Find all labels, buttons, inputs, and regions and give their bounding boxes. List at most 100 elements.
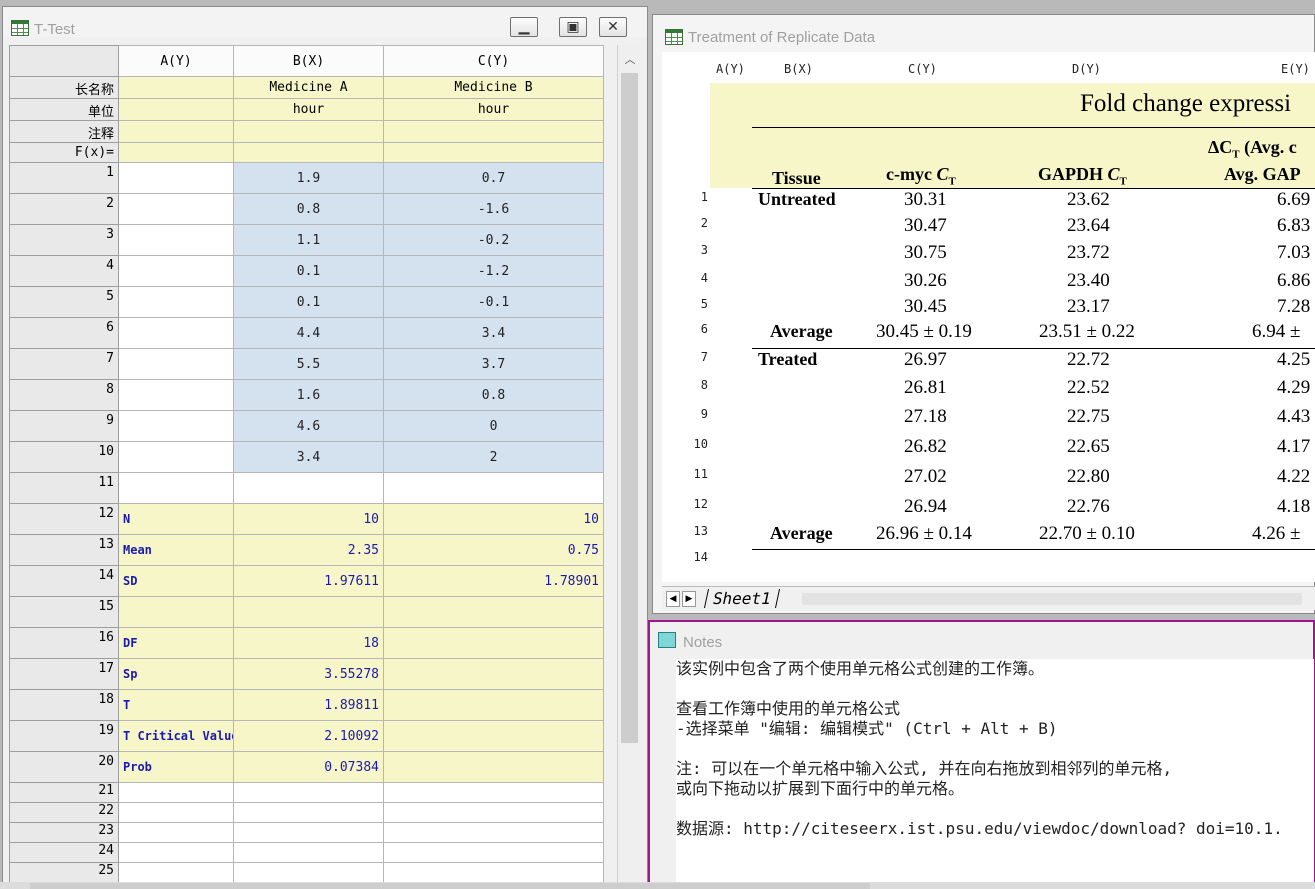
tissue-cell[interactable]: Untreated xyxy=(758,189,836,210)
cmyc-ct-cell[interactable]: 26.97 xyxy=(904,349,947,371)
row-header-comments[interactable]: 注释 xyxy=(9,120,119,143)
stat-label[interactable]: N xyxy=(118,503,234,535)
cell-c[interactable]: -1.2 xyxy=(383,255,604,287)
cmyc-ct-cell[interactable]: 26.81 xyxy=(904,377,947,399)
row-header[interactable]: 12 xyxy=(9,503,119,535)
cell-b[interactable]: 0.1 xyxy=(233,286,384,318)
maximize-button[interactable]: ▣ xyxy=(559,17,587,37)
cell-a[interactable] xyxy=(118,348,234,380)
delta-ct-cell[interactable]: 4.29 xyxy=(1277,377,1310,399)
row-number[interactable]: 11 xyxy=(678,467,708,481)
cell[interactable] xyxy=(118,802,234,823)
row-number[interactable]: 3 xyxy=(678,243,708,257)
cell-a[interactable] xyxy=(118,379,234,411)
cell-b[interactable]: 0.1 xyxy=(233,255,384,287)
cell-c[interactable]: 0.7 xyxy=(383,162,604,194)
cell-a[interactable] xyxy=(118,224,234,256)
formula-cell-c[interactable] xyxy=(383,142,604,163)
stat-value-b[interactable]: 0.07384 xyxy=(233,751,384,783)
row-header[interactable]: 11 xyxy=(9,472,119,504)
stat-value-b[interactable] xyxy=(233,596,384,628)
units-cell-c[interactable]: hour xyxy=(383,98,604,121)
scroll-thumb[interactable] xyxy=(621,73,638,743)
gapdh-ct-cell[interactable]: 22.80 xyxy=(1067,466,1110,488)
row-header[interactable]: 13 xyxy=(9,534,119,566)
tissue-cell[interactable]: Average xyxy=(770,321,833,342)
tab-prev-icon[interactable]: ◀ xyxy=(666,591,680,607)
stat-label[interactable]: Mean xyxy=(118,534,234,566)
row-number[interactable]: 9 xyxy=(678,407,708,421)
stat-value-c[interactable] xyxy=(383,627,604,659)
delta-ct-cell[interactable]: 7.03 xyxy=(1277,242,1310,264)
row-header[interactable]: 7 xyxy=(9,348,119,380)
row-number[interactable]: 13 xyxy=(678,524,708,538)
row-header[interactable]: 1 xyxy=(9,162,119,194)
ttest-vertical-scrollbar[interactable]: ︿ xyxy=(617,45,641,888)
row-header[interactable]: 23 xyxy=(9,822,119,843)
gapdh-ct-cell[interactable]: 23.17 xyxy=(1067,296,1110,318)
workspace-hscroll[interactable] xyxy=(0,882,1315,889)
gapdh-ct-cell[interactable]: 22.72 xyxy=(1067,349,1110,371)
row-number[interactable]: 12 xyxy=(678,497,708,511)
cell[interactable] xyxy=(383,842,604,863)
cell-a[interactable] xyxy=(118,441,234,473)
row-header[interactable]: 9 xyxy=(9,410,119,442)
delta-ct-cell[interactable]: 6.86 xyxy=(1277,270,1310,292)
comments-cell-b[interactable] xyxy=(233,120,384,143)
cmyc-ct-cell[interactable]: 27.02 xyxy=(904,466,947,488)
stat-value-c[interactable] xyxy=(383,751,604,783)
cell[interactable] xyxy=(383,802,604,823)
column-header-c[interactable]: C(Y) xyxy=(908,62,937,76)
cell-b[interactable]: 0.8 xyxy=(233,193,384,225)
ttest-titlebar[interactable]: T-Test ▁ ▣ ✕ xyxy=(3,7,647,38)
cell-b[interactable]: 4.6 xyxy=(233,410,384,442)
cell[interactable] xyxy=(233,782,384,803)
column-header-a[interactable]: A(Y) xyxy=(118,45,234,77)
cell[interactable] xyxy=(233,842,384,863)
row-number[interactable]: 7 xyxy=(678,350,708,364)
cell[interactable] xyxy=(383,822,604,843)
gapdh-ct-cell[interactable]: 22.70 ± 0.10 xyxy=(1039,523,1135,545)
stat-value-c[interactable] xyxy=(383,720,604,752)
gapdh-ct-cell[interactable]: 22.65 xyxy=(1067,436,1110,458)
row-header[interactable]: 2 xyxy=(9,193,119,225)
gapdh-ct-cell[interactable]: 22.76 xyxy=(1067,496,1110,518)
stat-label[interactable]: T xyxy=(118,689,234,721)
tissue-cell[interactable]: Treated xyxy=(758,349,817,370)
delta-ct-cell[interactable]: 4.17 xyxy=(1277,436,1310,458)
row-number[interactable]: 2 xyxy=(678,216,708,230)
row-number[interactable]: 14 xyxy=(678,550,708,564)
stat-value-c[interactable]: 1.78901 xyxy=(383,565,604,597)
gapdh-ct-cell[interactable]: 22.75 xyxy=(1067,406,1110,428)
gapdh-ct-cell[interactable]: 23.72 xyxy=(1067,242,1110,264)
tissue-cell[interactable]: Average xyxy=(770,523,833,544)
column-header-e[interactable]: E(Y) xyxy=(1281,62,1310,76)
delta-ct-cell[interactable]: 6.94 ± xyxy=(1252,321,1300,343)
cell-b[interactable]: 1.1 xyxy=(233,224,384,256)
tab-next-icon[interactable]: ▶ xyxy=(682,591,696,607)
comments-cell-c[interactable] xyxy=(383,120,604,143)
delta-ct-cell[interactable]: 4.25 xyxy=(1277,349,1310,371)
cell-a[interactable] xyxy=(118,162,234,194)
delta-ct-cell[interactable]: 4.43 xyxy=(1277,406,1310,428)
delta-ct-cell[interactable]: 4.22 xyxy=(1277,466,1310,488)
cell[interactable] xyxy=(383,782,604,803)
stat-value-b[interactable]: 3.55278 xyxy=(233,658,384,690)
row-header[interactable]: 15 xyxy=(9,596,119,628)
row-header-units[interactable]: 单位 xyxy=(9,98,119,121)
stat-value-c[interactable] xyxy=(383,689,604,721)
cell[interactable] xyxy=(118,862,234,883)
cell-c[interactable]: 3.4 xyxy=(383,317,604,349)
row-number[interactable]: 8 xyxy=(678,378,708,392)
stat-value-b[interactable]: 1.97611 xyxy=(233,565,384,597)
row-number[interactable]: 10 xyxy=(678,437,708,451)
units-cell-b[interactable]: hour xyxy=(233,98,384,121)
row-header[interactable]: 25 xyxy=(9,862,119,883)
row-number[interactable]: 1 xyxy=(678,190,708,204)
column-header-a[interactable]: A(Y) xyxy=(716,62,745,76)
close-button[interactable]: ✕ xyxy=(599,17,627,37)
workspace-hscroll-thumb[interactable] xyxy=(30,883,870,889)
stat-label[interactable]: SD xyxy=(118,565,234,597)
stat-label[interactable]: Prob xyxy=(118,751,234,783)
cell-a[interactable] xyxy=(118,410,234,442)
